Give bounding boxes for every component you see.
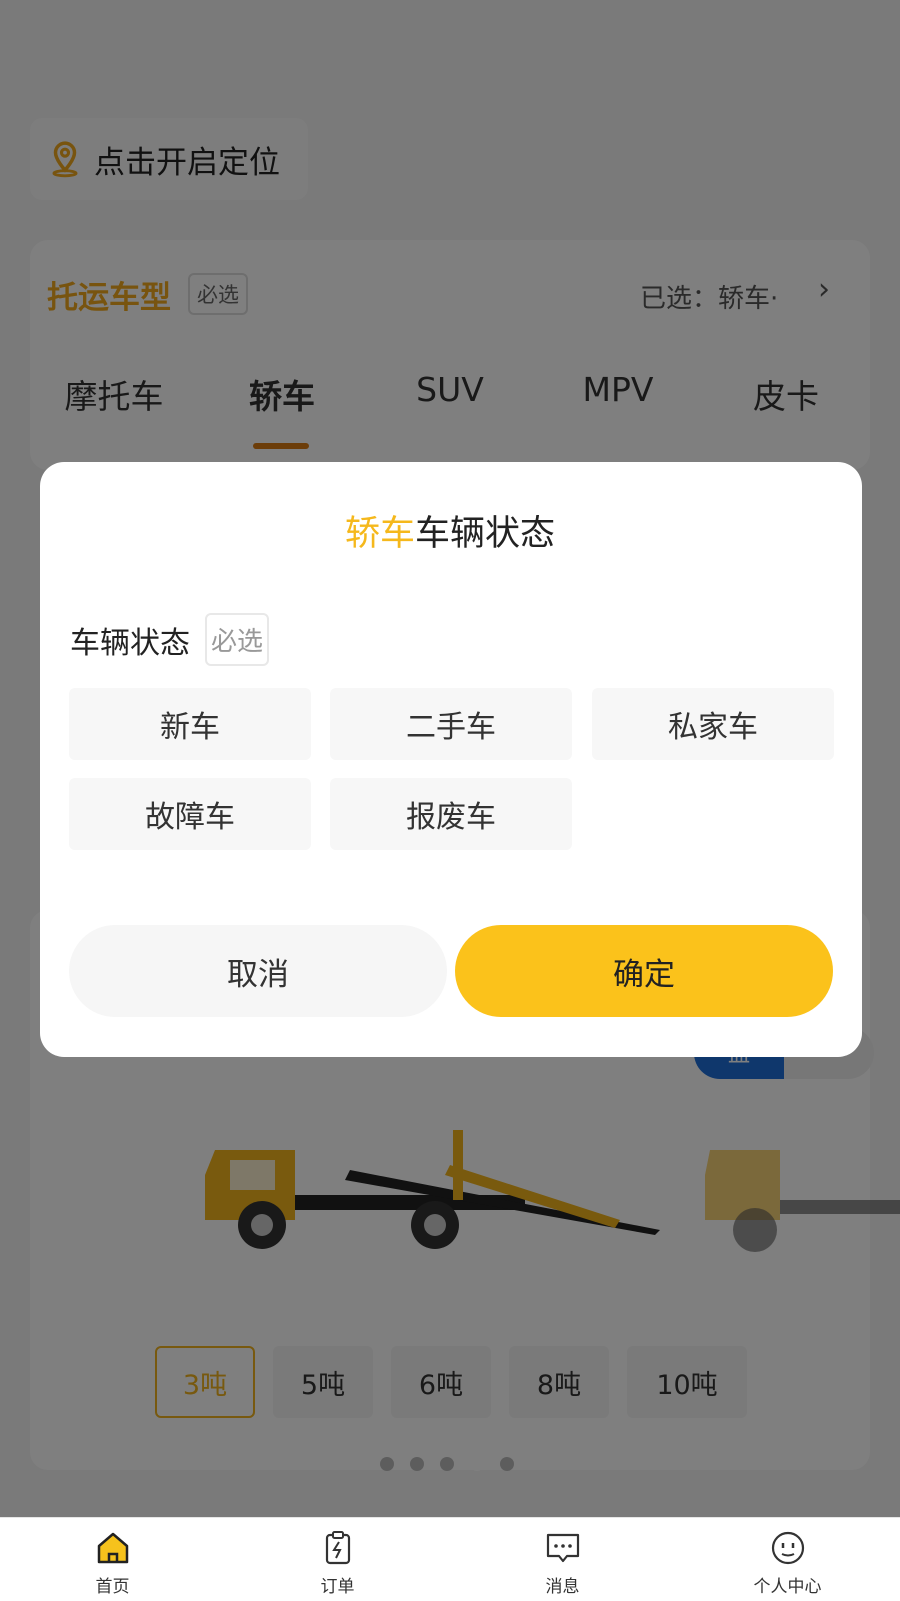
nav-messages-label: 消息 — [545, 1577, 580, 1597]
message-icon — [546, 1533, 579, 1563]
cancel-button[interactable]: 取消 — [69, 925, 447, 1017]
required-badge: 必选 — [205, 613, 270, 666]
nav-profile[interactable]: 个人中心 — [675, 1518, 900, 1601]
nav-home-label: 首页 — [95, 1577, 130, 1597]
nav-home[interactable]: 首页 — [0, 1518, 225, 1601]
nav-orders[interactable]: 订单 — [225, 1518, 450, 1601]
status-option-used[interactable]: 二手车 — [330, 688, 572, 760]
bottom-navigation: 首页 订单 消息 个人中心 — [0, 1517, 900, 1601]
vehicle-status-label: 车辆状态 — [70, 626, 190, 661]
nav-orders-label: 订单 — [320, 1577, 355, 1597]
nav-profile-label: 个人中心 — [753, 1577, 822, 1597]
profile-icon — [771, 1531, 804, 1565]
status-option-scrapped[interactable]: 报废车 — [330, 778, 572, 850]
home-icon — [97, 1532, 128, 1564]
status-option-private[interactable]: 私家车 — [592, 688, 834, 760]
status-option-new[interactable]: 新车 — [69, 688, 311, 760]
status-option-broken[interactable]: 故障车 — [69, 778, 311, 850]
confirm-button[interactable]: 确定 — [455, 925, 833, 1017]
nav-messages[interactable]: 消息 — [450, 1518, 675, 1601]
dialog-title-accent: 轿车 — [344, 514, 415, 554]
order-clipboard-icon — [325, 1531, 350, 1565]
dialog-title: 轿车车辆状态 — [0, 505, 900, 556]
dialog-title-text: 车辆状态 — [415, 514, 556, 554]
